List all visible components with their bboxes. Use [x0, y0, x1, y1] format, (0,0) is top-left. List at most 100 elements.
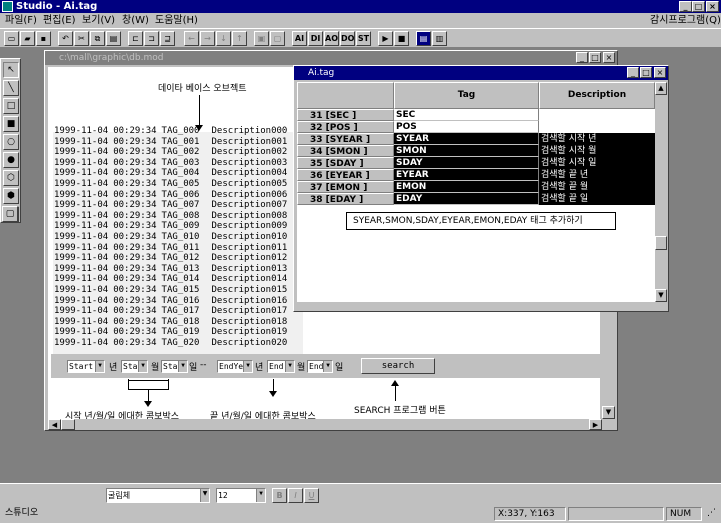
scroll-down-icon[interactable]: ▼	[602, 406, 615, 419]
tag-grid-row[interactable]: 37 [EMON ] EMON 검색할 끝 월	[297, 181, 655, 193]
tag-cell[interactable]: EDAY	[394, 193, 539, 205]
ao-button[interactable]: AO	[324, 31, 339, 46]
end-year-combo[interactable]: EndYe ▼	[217, 360, 253, 373]
start-year-combo[interactable]: Start ▼	[67, 360, 105, 373]
aitag-minimize-icon[interactable]: _	[627, 67, 639, 78]
start-day-combo[interactable]: Sta ▼	[161, 360, 188, 373]
ellipse-tool-icon[interactable]: ○	[3, 134, 19, 150]
menu-edit[interactable]: 편집(E)	[43, 13, 76, 28]
tag-grid-vertical-scrollbar[interactable]: ▲ ▼	[655, 82, 667, 302]
di-button[interactable]: DI	[308, 31, 323, 46]
scroll-left-icon[interactable]: ◀	[48, 419, 61, 430]
layout-vertical-icon[interactable]: ▥	[432, 31, 447, 46]
description-cell[interactable]: 검색할 시작 일	[539, 157, 655, 169]
app-title-bar[interactable]: Studio - Ai.tag _ □ ×	[0, 0, 721, 13]
cut-icon[interactable]: ✂	[74, 31, 89, 46]
filled-rect-tool-icon[interactable]: ■	[3, 116, 19, 132]
aitag-close-icon[interactable]: ×	[654, 67, 666, 78]
db-mod-title-bar[interactable]: c:\mall\graphic\db.mod _ □ ×	[45, 51, 617, 65]
filled-polygon-tool-icon[interactable]: ⬢	[3, 188, 19, 204]
font-size-combo[interactable]: 12 ▼	[216, 488, 266, 503]
child-close-icon[interactable]: ×	[603, 52, 615, 63]
menu-help[interactable]: 도움말(H)	[155, 13, 198, 28]
scroll-down-icon[interactable]: ▼	[655, 289, 667, 302]
tag-grid-row[interactable]: 36 [EYEAR ] EYEAR 검색할 끝 년	[297, 169, 655, 181]
chevron-down-icon[interactable]: ▼	[285, 361, 294, 372]
menu-window[interactable]: 창(W)	[122, 13, 149, 28]
run-icon[interactable]: ▶	[378, 31, 393, 46]
search-button[interactable]: search	[361, 358, 435, 374]
tag-cell[interactable]: EMON	[394, 181, 539, 193]
group-icon[interactable]: ▣	[254, 31, 269, 46]
description-cell[interactable]: 검색할 끝 일	[539, 193, 655, 205]
new-file-icon[interactable]: ▭	[4, 31, 19, 46]
row-header[interactable]: 37 [EMON ]	[297, 181, 394, 193]
scroll-up-icon[interactable]: ▲	[655, 82, 667, 95]
child-minimize-icon[interactable]: _	[576, 52, 588, 63]
description-cell[interactable]: 검색할 시작 월	[539, 145, 655, 157]
font-name-combo[interactable]: 굴림체 ▼	[106, 488, 210, 503]
row-header[interactable]: 31 [SEC ]	[297, 109, 394, 121]
chevron-down-icon[interactable]: ▼	[323, 361, 332, 372]
line-tool-icon[interactable]: ╲	[3, 80, 19, 96]
align-center-icon[interactable]: ⊐	[144, 31, 159, 46]
arrow-up-icon[interactable]: ↑	[232, 31, 247, 46]
rounded-rect-tool-icon[interactable]: ▢	[2, 206, 18, 222]
arrow-down-icon[interactable]: ↓	[216, 31, 231, 46]
chevron-down-icon[interactable]: ▼	[200, 489, 209, 502]
ai-button[interactable]: AI	[292, 31, 307, 46]
underline-button[interactable]: U	[304, 488, 319, 503]
arrow-right-icon[interactable]: →	[200, 31, 215, 46]
tag-grid-row[interactable]: 35 [SDAY ] SDAY 검색할 시작 일	[297, 157, 655, 169]
arrow-left-icon[interactable]: ←	[184, 31, 199, 46]
chevron-down-icon[interactable]: ▼	[178, 361, 187, 372]
ai-tag-title-bar[interactable]: Ai.tag _ □ ×	[294, 66, 668, 80]
align-right-icon[interactable]: ⊒	[160, 31, 175, 46]
tag-cell[interactable]: SEC	[394, 109, 539, 121]
filled-ellipse-tool-icon[interactable]: ●	[3, 152, 19, 168]
end-month-combo[interactable]: End ▼	[267, 360, 295, 373]
db-horizontal-scrollbar[interactable]: ◀ ▶	[48, 419, 602, 430]
tag-cell[interactable]: SDAY	[394, 157, 539, 169]
minimize-icon[interactable]: _	[679, 1, 692, 12]
tag-grid[interactable]: Tag Description 31 [SEC ] SEC 32 [POS ] POS…	[297, 82, 655, 302]
tag-grid-row[interactable]: 31 [SEC ] SEC	[297, 109, 655, 121]
tag-cell[interactable]: SYEAR	[394, 133, 539, 145]
close-icon[interactable]: ×	[706, 1, 719, 12]
save-icon[interactable]: ▪	[36, 31, 51, 46]
tag-grid-row[interactable]: 38 [EDAY ] EDAY 검색할 끝 일	[297, 193, 655, 205]
row-header[interactable]: 33 [SYEAR ]	[297, 133, 394, 145]
menu-file[interactable]: 파일(F)	[5, 13, 37, 28]
start-month-combo[interactable]: Sta ▼	[121, 360, 148, 373]
rectangle-tool-icon[interactable]: □	[3, 98, 19, 114]
scroll-right-icon[interactable]: ▶	[589, 419, 602, 430]
description-cell[interactable]	[539, 109, 655, 121]
description-cell[interactable]: 검색할 끝 월	[539, 181, 655, 193]
select-arrow-icon[interactable]: ↖	[3, 62, 19, 78]
side-panel-button-2[interactable]	[24, 71, 39, 86]
polygon-tool-icon[interactable]: ⬡	[3, 170, 19, 186]
tag-grid-row[interactable]: 32 [POS ] POS	[297, 121, 655, 133]
ungroup-icon[interactable]: ▢	[270, 31, 285, 46]
layout-horizontal-icon[interactable]: ▤	[416, 31, 431, 46]
paste-icon[interactable]: ▤	[106, 31, 121, 46]
description-cell[interactable]	[539, 121, 655, 133]
stop-icon[interactable]: ■	[394, 31, 409, 46]
italic-button[interactable]: I	[288, 488, 303, 503]
aitag-maximize-icon[interactable]: □	[640, 67, 652, 78]
chevron-down-icon[interactable]: ▼	[138, 361, 147, 372]
chevron-down-icon[interactable]: ▼	[95, 361, 104, 372]
undo-icon[interactable]: ↶	[58, 31, 73, 46]
resize-grip-icon[interactable]: ⋰	[704, 507, 720, 521]
row-header[interactable]: 32 [POS ]	[297, 121, 394, 133]
tag-cell[interactable]: EYEAR	[394, 169, 539, 181]
scroll-thumb[interactable]	[655, 236, 667, 250]
maximize-icon[interactable]: □	[692, 1, 705, 12]
tag-grid-row[interactable]: 34 [SMON ] SMON 검색할 시작 월	[297, 145, 655, 157]
menu-view[interactable]: 보기(V)	[82, 13, 115, 28]
row-header[interactable]: 34 [SMON ]	[297, 145, 394, 157]
tag-cell[interactable]: POS	[394, 121, 539, 133]
description-cell[interactable]: 검색할 시작 년	[539, 133, 655, 145]
end-day-combo[interactable]: End ▼	[307, 360, 333, 373]
align-left-icon[interactable]: ⊏	[128, 31, 143, 46]
